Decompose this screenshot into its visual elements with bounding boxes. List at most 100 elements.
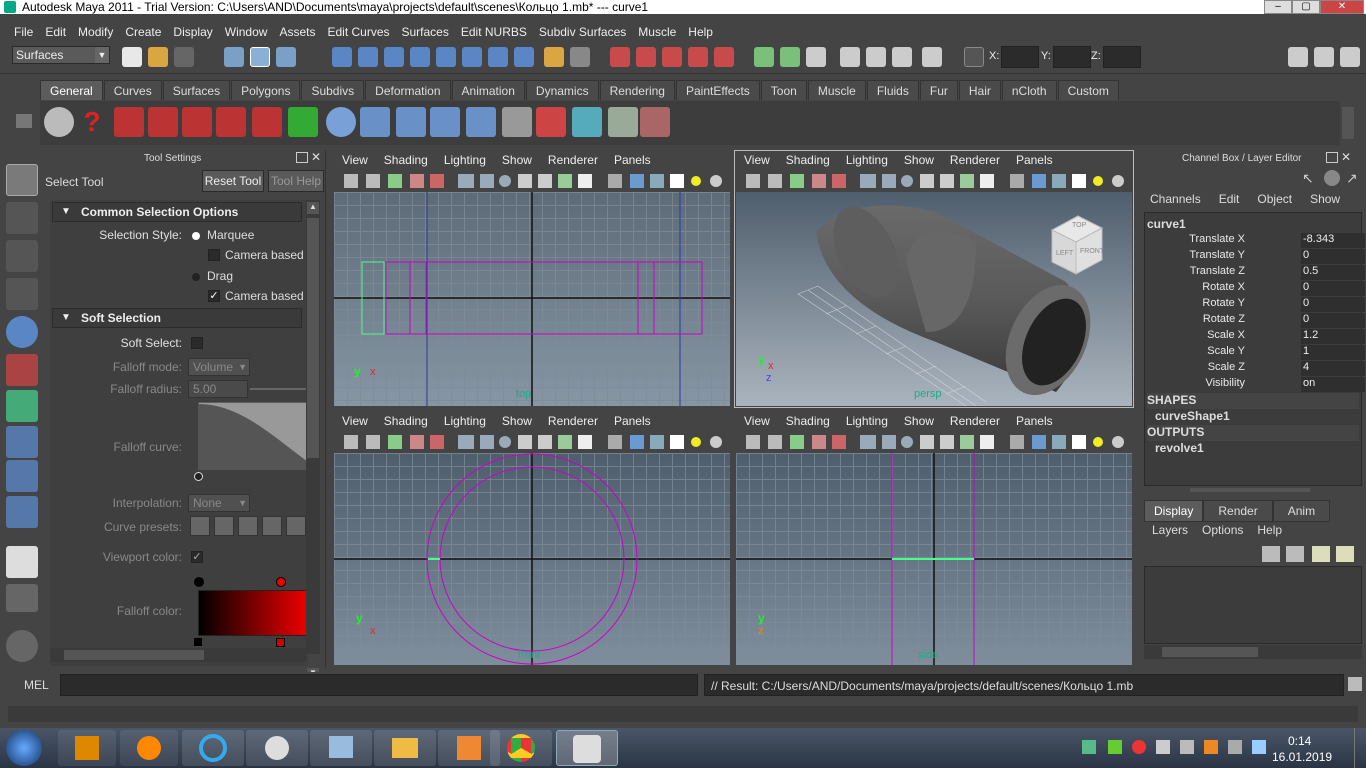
show-attribute-editor-icon[interactable] [1288,47,1308,67]
color-key-red[interactable] [276,577,286,587]
paint-select-icon[interactable] [114,107,144,137]
vp-persp-menu-shading[interactable]: Shading [778,150,838,170]
output-ops-icon[interactable] [780,47,800,67]
layer-tab-display[interactable]: Display [1144,500,1204,522]
vp-top-menu-panels[interactable]: Panels [606,150,659,170]
shelf-tab-muscle[interactable]: Muscle [807,80,866,100]
vp-toolbar-icons[interactable] [334,170,730,192]
volume-icon[interactable] [1228,740,1242,754]
unparent-icon[interactable] [466,107,496,137]
channel-rotate-x[interactable]: Rotate X 0 [1151,281,1365,297]
tool-settings-hscrollbar[interactable] [50,648,306,662]
z-field[interactable] [1103,46,1141,68]
preset-linear-icon[interactable] [190,516,210,536]
menu-modify[interactable]: Modify [72,22,119,42]
snap-to-view-icon[interactable] [688,47,708,67]
render-settings-icon[interactable] [892,47,912,67]
float-panel-icon[interactable] [296,152,308,163]
vp-top-menu-shading[interactable]: Shading [376,150,436,170]
sculpt-icon[interactable] [182,107,212,137]
hscroll-thumb[interactable] [64,650,204,660]
channel-value[interactable]: 0 [1301,249,1365,264]
object-name[interactable]: curve1 [1147,217,1186,231]
last-tool-icon[interactable] [6,496,38,528]
channel-value[interactable]: -8.343 [1301,233,1365,248]
menu-window[interactable]: Window [219,22,274,42]
vp-front-toolbar[interactable] [334,431,730,453]
undo-arrow-icon[interactable] [288,107,318,137]
layer-tab-anim[interactable]: Anim [1272,500,1331,522]
layer-hscroll-thumb[interactable] [1162,647,1258,657]
close-panel-icon[interactable]: ✕ [311,150,321,164]
outliner-layout-icon[interactable] [6,630,38,662]
channel-value[interactable]: 0 [1301,297,1365,312]
channel-scale-x[interactable]: Scale X 1.2 [1151,329,1365,345]
arrow-icon[interactable]: ↖ [1302,170,1318,186]
channel-value[interactable]: 0.5 [1301,265,1365,280]
soft-modification-icon[interactable] [6,426,38,458]
shelf-tab-general[interactable]: General [40,80,103,100]
shelf-tab-rendering[interactable]: Rendering [599,80,675,100]
maximize-button[interactable]: ▢ [1292,0,1320,14]
vp-front-menu-panels[interactable]: Panels [606,411,659,431]
channel-value[interactable]: 4 [1301,361,1365,376]
ipr-render-icon[interactable] [866,47,886,67]
clock-date[interactable]: 16.01.2019 [1272,750,1332,764]
interpolation-dropdown[interactable]: None ▼ [188,494,250,512]
channel-value[interactable]: 1 [1301,345,1365,360]
preset-slow-icon[interactable] [238,516,258,536]
channel-rotate-y[interactable]: Rotate Y 0 [1151,297,1365,313]
marquee-radio[interactable] [192,232,200,240]
taskbar-explorer[interactable] [374,730,436,766]
network-icon[interactable] [1180,740,1194,754]
vp-side-menu-shading[interactable]: Shading [778,411,838,431]
highlight-selection-icon[interactable] [570,47,590,67]
channel-scale-y[interactable]: Scale Y 1 [1151,345,1365,361]
mel-label[interactable]: MEL [24,678,49,692]
outliner-icon[interactable] [502,107,532,137]
shelf-tab-animation[interactable]: Animation [451,80,525,100]
taskbar-maya[interactable] [556,730,618,766]
center-pivot-icon[interactable] [608,107,638,137]
mel-input[interactable] [60,674,698,696]
four-view-layout-icon[interactable] [6,584,38,612]
tray-icon-1[interactable] [1082,740,1096,754]
shelf-tab-fluids[interactable]: Fluids [866,80,919,100]
falloff-curve-graph[interactable] [198,402,308,470]
common-selection-header[interactable]: ▼ Common Selection Options [52,202,302,222]
vp-side-menu-view[interactable]: View [736,411,778,431]
scroll-up-button[interactable]: ▲ [307,202,319,214]
select-object-icon[interactable] [250,47,270,67]
save-scene-icon[interactable] [174,47,194,67]
menu-edit[interactable]: Edit [39,22,72,42]
flag-icon[interactable] [1156,740,1170,754]
keyboard-icon[interactable] [1252,740,1266,754]
menu-assets[interactable]: Assets [273,22,321,42]
vp-persp-toolbar[interactable] [736,170,1132,192]
select-by-deformation-icon[interactable] [436,47,456,67]
shelf-tab-subdivs[interactable]: Subdivs [301,80,365,100]
vp-toolbar-icons[interactable] [334,431,730,453]
channel-menu-object[interactable]: Object [1257,192,1292,206]
channel-scale-z[interactable]: Scale Z 4 [1151,361,1365,377]
output-node[interactable]: revolve1 [1155,441,1204,455]
channel-menu-channels[interactable]: Channels [1150,192,1201,206]
ramp-marker-right[interactable] [276,638,285,647]
layer-tab-render[interactable]: Render [1203,500,1273,522]
select-by-curve-icon[interactable] [384,47,404,67]
vp-persp-menu-renderer[interactable]: Renderer [942,150,1008,170]
channel-menu-edit[interactable]: Edit [1219,192,1240,206]
view-cube[interactable]: TOP LEFT FRONT [1048,212,1104,276]
lock-selection-icon[interactable] [544,47,564,67]
universal-manipulator-icon[interactable] [6,390,38,422]
menu-edit-nurbs[interactable]: Edit NURBS [455,22,533,42]
shelf-menu-icon[interactable] [16,114,32,128]
layer-menu-options[interactable]: Options [1202,523,1243,537]
select-by-dynamic-icon[interactable] [462,47,482,67]
preset-flat-icon[interactable] [262,516,282,536]
vp-front-menu-renderer[interactable]: Renderer [540,411,606,431]
curve-key-handle[interactable] [194,472,203,481]
select-by-handle-icon[interactable] [332,47,352,67]
falloff-color-ramp[interactable] [198,590,308,636]
channel-value[interactable]: 0 [1301,281,1365,296]
